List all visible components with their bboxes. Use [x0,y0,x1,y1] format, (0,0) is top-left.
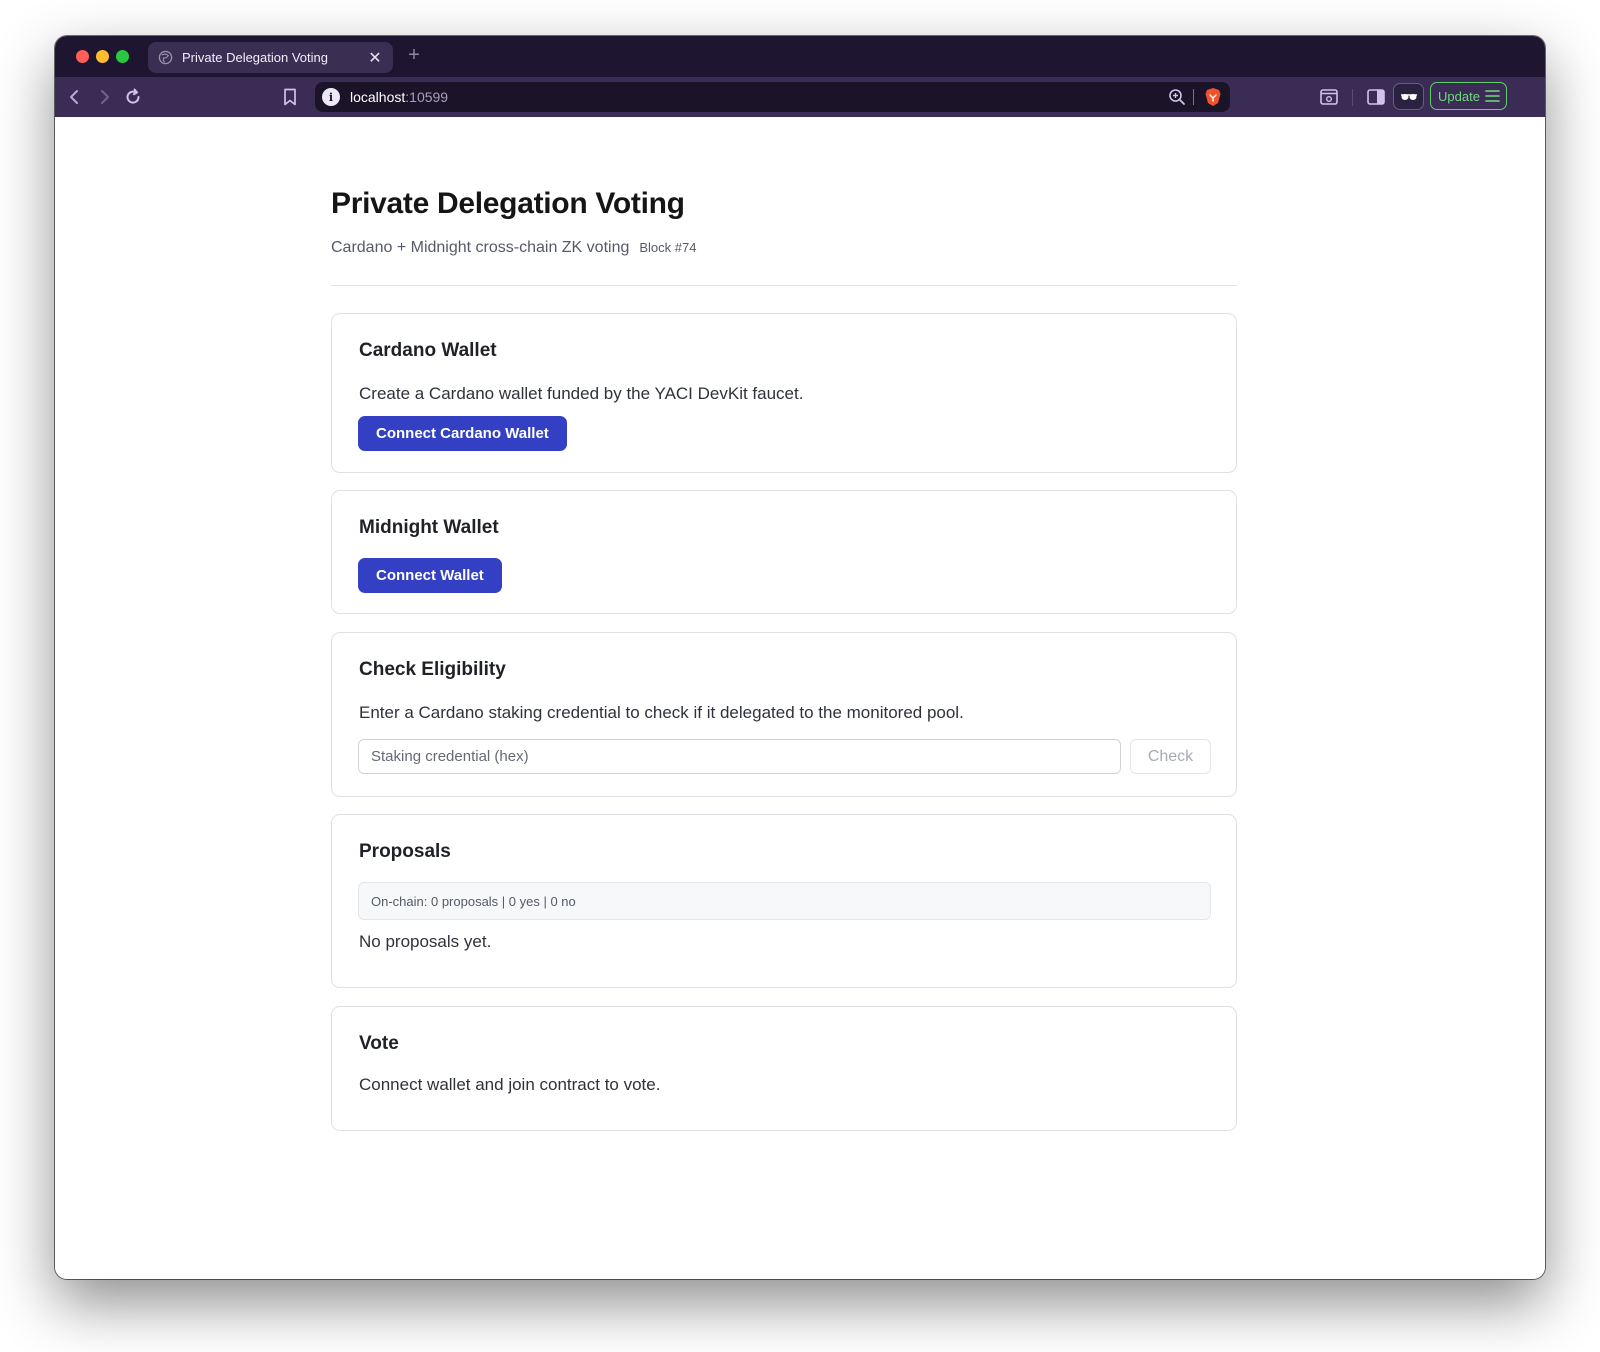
browser-toolbar: i localhost:10599 Update [55,77,1545,117]
maximize-window-button[interactable] [116,50,129,63]
close-tab-icon[interactable]: ✕ [367,48,383,68]
check-eligibility-card: Check Eligibility Enter a Cardano stakin… [331,632,1237,797]
address-separator [1193,89,1194,105]
new-tab-button[interactable]: + [403,44,425,67]
page-subtitle: Cardano + Midnight cross-chain ZK voting [331,239,630,256]
check-eligibility-description: Enter a Cardano staking credential to ch… [359,703,964,722]
address-bar[interactable]: i localhost:10599 [315,82,1230,112]
vote-description: Connect wallet and join contract to vote… [359,1075,661,1094]
cardano-wallet-title: Cardano Wallet [359,340,497,361]
bookmark-icon[interactable] [279,86,301,108]
vote-card: Vote Connect wallet and join contract to… [331,1006,1237,1131]
url-text[interactable]: localhost:10599 [350,89,448,105]
url-port: :10599 [405,89,449,105]
zoom-icon[interactable] [1168,88,1186,106]
connect-midnight-wallet-button[interactable]: Connect Wallet [358,558,502,593]
browser-window: Private Delegation Voting ✕ + i localhos… [55,36,1545,1279]
staking-credential-input[interactable] [358,739,1121,774]
globe-icon [158,50,173,65]
cardano-wallet-card: Cardano Wallet Create a Cardano wallet f… [331,313,1237,473]
onchain-summary: On-chain: 0 proposals | 0 yes | 0 no [358,882,1211,920]
private-window-button[interactable] [1393,83,1424,110]
brave-shield-icon[interactable] [1204,87,1222,107]
leo-ai-icon[interactable] [1318,86,1340,108]
browser-tab[interactable]: Private Delegation Voting ✕ [148,42,393,73]
menu-icon [1485,90,1500,102]
subtitle-row: Cardano + Midnight cross-chain ZK voting… [331,239,696,257]
check-eligibility-title: Check Eligibility [359,659,506,680]
update-button[interactable]: Update [1430,82,1507,110]
check-button[interactable]: Check [1130,739,1211,774]
forward-icon[interactable] [93,86,115,108]
block-number: Block #74 [639,240,697,255]
close-window-button[interactable] [76,50,89,63]
connect-cardano-wallet-button[interactable]: Connect Cardano Wallet [358,416,567,451]
private-glasses-icon [1400,93,1417,100]
no-proposals-text: No proposals yet. [359,932,492,951]
proposals-card: Proposals On-chain: 0 proposals | 0 yes … [331,814,1237,988]
midnight-wallet-card: Midnight Wallet Connect Wallet [331,490,1237,614]
page-viewport: Private Delegation Voting Cardano + Midn… [55,117,1545,1279]
minimize-window-button[interactable] [96,50,109,63]
page-title: Private Delegation Voting [331,187,685,220]
header-divider [331,285,1237,286]
vote-title: Vote [359,1033,399,1054]
url-host: localhost [350,89,406,105]
midnight-wallet-title: Midnight Wallet [359,517,499,538]
sidebar-icon[interactable] [1365,86,1387,108]
tab-strip: Private Delegation Voting ✕ + [55,36,1545,77]
tab-title: Private Delegation Voting [182,50,328,65]
back-icon[interactable] [64,86,86,108]
proposals-title: Proposals [359,841,451,862]
site-info-icon[interactable]: i [322,88,340,106]
cardano-wallet-description: Create a Cardano wallet funded by the YA… [359,384,804,403]
reload-icon[interactable] [122,86,144,108]
update-label: Update [1438,88,1480,104]
toolbar-separator [1352,89,1353,106]
